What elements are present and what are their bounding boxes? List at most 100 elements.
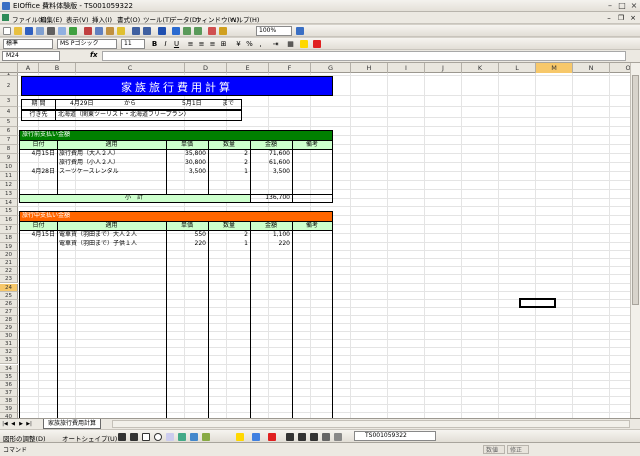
column-header-d[interactable]: D [185, 63, 227, 73]
row-header-4[interactable]: 4 [0, 107, 18, 118]
vertical-scrollbar[interactable] [630, 63, 640, 418]
fill-color-icon[interactable] [300, 40, 308, 48]
column-header-l[interactable]: L [499, 63, 536, 73]
row-header-25[interactable]: 25 [0, 291, 18, 300]
row-header-33[interactable]: 33 [0, 356, 18, 365]
save-icon[interactable] [25, 27, 33, 35]
line-style-icon[interactable] [286, 433, 294, 441]
row-header-12[interactable]: 12 [0, 181, 18, 190]
row-header-17[interactable]: 17 [0, 225, 18, 234]
row-header-24[interactable]: 24 [0, 283, 18, 292]
indent-icon[interactable]: ⇥ [271, 40, 280, 48]
row-header-3[interactable]: 3 [0, 96, 18, 107]
row-header-35[interactable]: 35 [0, 372, 18, 381]
menu-edit[interactable]: 編集(E) [40, 14, 62, 24]
task-button[interactable]: TS001059322 [354, 431, 436, 441]
row-header-34[interactable]: 34 [0, 364, 18, 373]
close-icon[interactable]: × [628, 1, 640, 11]
drawing-icon[interactable] [219, 27, 227, 35]
row-header-13[interactable]: 13 [0, 190, 18, 199]
spreadsheet-grid[interactable]: 1 2 3 4 5 6 7 8 9 10 11 12 13 14 15 16 17 18 19 20 21 22 23 24 2… [0, 73, 630, 418]
menu-insert[interactable]: 挿入(I) [92, 14, 112, 24]
column-header-k[interactable]: K [462, 63, 499, 73]
italic-button[interactable]: I [161, 40, 170, 48]
sort-desc-icon[interactable] [194, 27, 202, 35]
first-sheet-icon[interactable]: |◀ [2, 420, 8, 428]
zoom-select[interactable]: 100% [256, 26, 292, 36]
redo-icon[interactable] [143, 27, 151, 35]
shadow-icon[interactable] [322, 433, 330, 441]
next-sheet-icon[interactable]: ▶ [18, 420, 24, 428]
maximize-icon[interactable]: □ [616, 1, 628, 11]
column-header-b[interactable]: B [39, 63, 76, 73]
new-icon[interactable] [3, 27, 11, 35]
clipart-icon[interactable] [190, 433, 198, 441]
row-header-38[interactable]: 38 [0, 396, 18, 405]
column-header-e[interactable]: E [227, 63, 269, 73]
sort-asc-icon[interactable] [183, 27, 191, 35]
autosum-icon[interactable] [172, 27, 180, 35]
borders-icon[interactable]: ▦ [286, 40, 295, 48]
draw-font-color-icon[interactable] [268, 433, 276, 441]
column-header-f[interactable]: F [269, 63, 311, 73]
undo-icon[interactable] [132, 27, 140, 35]
bold-button[interactable]: B [150, 40, 159, 48]
row-header-20[interactable]: 20 [0, 251, 18, 260]
last-sheet-icon[interactable]: ▶| [26, 420, 32, 428]
active-cell-cursor[interactable] [519, 298, 556, 308]
prev-sheet-icon[interactable]: ◀ [10, 420, 16, 428]
align-right-icon[interactable]: ≡ [208, 40, 217, 48]
row-header-36[interactable]: 36 [0, 380, 18, 389]
column-header-c[interactable]: C [76, 63, 185, 73]
cut-icon[interactable] [84, 27, 92, 35]
row-header-15[interactable]: 15 [0, 207, 18, 216]
print-icon[interactable] [47, 27, 55, 35]
font-select[interactable]: MS Pゴシック [57, 39, 117, 49]
column-header-j[interactable]: J [425, 63, 462, 73]
row-header-18[interactable]: 18 [0, 234, 18, 243]
picture-icon[interactable] [202, 433, 210, 441]
horizontal-scrollbar[interactable] [112, 420, 630, 428]
row-header-6[interactable]: 6 [0, 127, 18, 136]
column-header-n[interactable]: N [573, 63, 610, 73]
column-header-g[interactable]: G [311, 63, 351, 73]
row-header-26[interactable]: 26 [0, 299, 18, 308]
draw-fill-icon[interactable] [236, 433, 244, 441]
preview-icon[interactable] [58, 27, 66, 35]
menu-view[interactable]: 表示(V) [66, 14, 89, 24]
row-header-5[interactable]: 5 [0, 118, 18, 127]
row-header-8[interactable]: 8 [0, 145, 18, 154]
function-icon[interactable]: fx [90, 51, 98, 59]
dash-style-icon[interactable] [298, 433, 306, 441]
wordart-icon[interactable] [178, 433, 186, 441]
formula-input[interactable] [102, 51, 626, 61]
row-header-2[interactable]: 2 [0, 76, 18, 96]
copy-icon[interactable] [95, 27, 103, 35]
merge-center-icon[interactable]: ⊞ [219, 40, 228, 48]
column-header-a[interactable]: A [18, 63, 39, 73]
hyperlink-icon[interactable] [158, 27, 166, 35]
row-header-28[interactable]: 28 [0, 315, 18, 324]
row-header-9[interactable]: 9 [0, 154, 18, 163]
row-header-31[interactable]: 31 [0, 340, 18, 349]
help-icon[interactable] [296, 27, 304, 35]
paste-icon[interactable] [106, 27, 114, 35]
select-all-corner[interactable] [0, 63, 18, 73]
currency-icon[interactable]: ¥ [234, 40, 243, 48]
vertical-scroll-thumb[interactable] [632, 75, 639, 305]
row-header-21[interactable]: 21 [0, 259, 18, 268]
name-box[interactable]: M24 [2, 51, 60, 61]
spelling-icon[interactable] [69, 27, 77, 35]
row-header-10[interactable]: 10 [0, 163, 18, 172]
row-header-23[interactable]: 23 [0, 275, 18, 284]
open-icon[interactable] [14, 27, 22, 35]
row-header-30[interactable]: 30 [0, 332, 18, 341]
doc-restore-icon[interactable]: ❐ [616, 13, 626, 23]
row-header-19[interactable]: 19 [0, 243, 18, 252]
row-header-16[interactable]: 16 [0, 216, 18, 225]
row-header-37[interactable]: 37 [0, 388, 18, 397]
font-color-icon[interactable] [313, 40, 321, 48]
menu-help[interactable]: ヘルプ(H) [230, 14, 259, 24]
column-header-i[interactable]: I [388, 63, 425, 73]
3d-icon[interactable] [334, 433, 342, 441]
